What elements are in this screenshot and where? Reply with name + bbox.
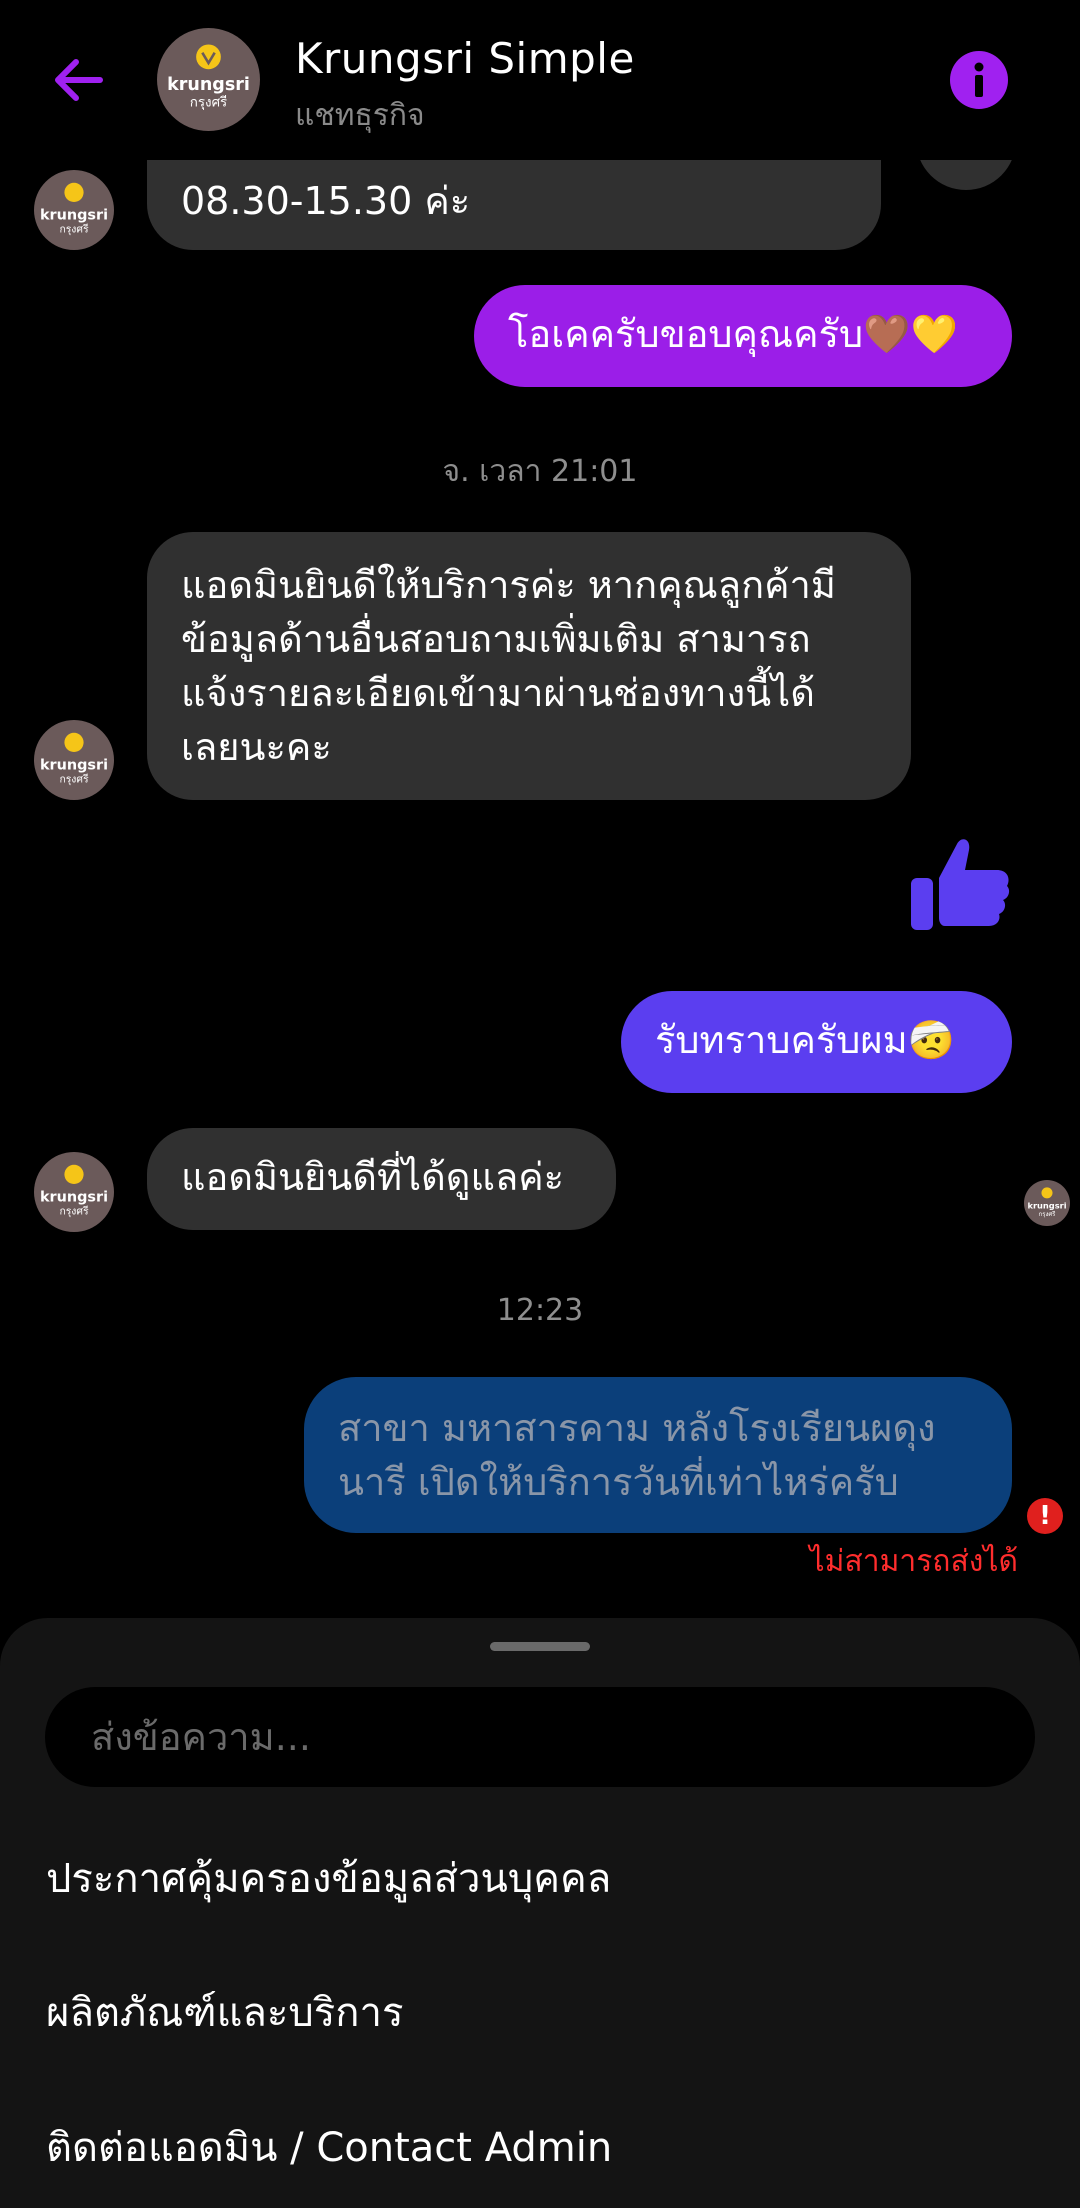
sheet-drag-handle[interactable] [490, 1642, 590, 1651]
message-bubble-incoming[interactable]: แอดมินยินดีให้บริการค่ะ หากคุณลูกค้ามี ข… [147, 532, 911, 800]
svg-text:กรุงศรี: กรุงศรี [59, 1204, 89, 1217]
svg-text:krungsri: krungsri [1027, 1201, 1066, 1211]
message-input-container[interactable] [45, 1687, 1035, 1787]
svg-text:กรุงศรี: กรุงศรี [59, 222, 89, 235]
svg-text:krungsri: krungsri [167, 75, 250, 95]
message-text-line: แจ้งรายละเอียดเข้ามาผ่านช่องทางนี้ได้ [181, 671, 815, 715]
message-text: รับทราบครับผม🤕 [655, 1018, 956, 1062]
info-icon[interactable] [950, 51, 1008, 109]
menu-item-privacy-notice[interactable]: ประกาศคุ้มครองข้อมูลส่วนบุคคล [46, 1846, 611, 1910]
message-bubble-incoming[interactable]: แอดมินยินดีที่ได้ดูแลค่ะ [147, 1128, 616, 1230]
error-icon[interactable]: ! [1027, 1498, 1063, 1534]
bot-avatar: krungsri กรุงศรี [34, 170, 114, 250]
message-bubble-outgoing[interactable]: โอเคครับขอบคุณครับ🤎💛 [474, 285, 1012, 387]
contact-avatar[interactable]: krungsri กรุงศรี [157, 28, 260, 131]
menu-item-contact-admin[interactable]: ติดต่อแอดมิน / Contact Admin [46, 2115, 612, 2179]
message-bubble-outgoing[interactable]: รับทราบครับผม🤕 [621, 991, 1012, 1093]
thumbs-up-icon[interactable] [905, 830, 1015, 940]
back-arrow-icon[interactable] [48, 50, 108, 110]
svg-text:กรุงศรี: กรุงศรี [59, 772, 89, 785]
timestamp: จ. เวลา 21:01 [442, 454, 638, 489]
message-text-line: นารี เปิดให้บริการวันที่เท่าไหร่ครับ [338, 1460, 899, 1504]
chat-title[interactable]: Krungsri Simple [295, 34, 635, 83]
message-text-line: เลยนะคะ [181, 725, 332, 769]
svg-text:krungsri: krungsri [40, 758, 108, 774]
bottom-sheet: ประกาศคุ้มครองข้อมูลส่วนบุคคล ผลิตภัณฑ์แ… [0, 1618, 1080, 2208]
message-input[interactable] [45, 1687, 1035, 1787]
menu-item-products-services[interactable]: ผลิตภัณฑ์และบริการ [46, 1980, 403, 2044]
message-text-line: สาขา มหาสารคาม หลังโรงเรียนผดุง [338, 1406, 936, 1450]
chat-subtitle: แชทธุรกิจ [295, 98, 425, 133]
message-text-line: แอดมินยินดีให้บริการค่ะ หากคุณลูกค้ามี [181, 563, 836, 607]
svg-text:กรุงศรี: กรุงศรี [190, 94, 228, 110]
chat-header: krungsri กรุงศรี Krungsri Simple แชทธุรก… [0, 0, 1080, 160]
message-text: แอดมินยินดีที่ได้ดูแลค่ะ [181, 1155, 565, 1199]
message-text-line: ข้อมูลด้านอื่นสอบถามเพิ่มเติม สามารถ [181, 617, 811, 661]
send-failed-label[interactable]: ไม่สามารถส่งได้ [810, 1538, 1018, 1585]
message-text: โอเคครับขอบคุณครับ🤎💛 [508, 312, 958, 356]
svg-text:krungsri: krungsri [40, 208, 108, 224]
svg-text:กรุงศรี: กรุงศรี [1039, 1210, 1057, 1218]
timestamp: 12:23 [496, 1293, 584, 1328]
svg-text:krungsri: krungsri [40, 1190, 108, 1206]
message-text: 08.30-15.30 ค่ะ [181, 179, 471, 223]
bot-avatar: krungsri กรุงศรี [34, 1152, 114, 1232]
seen-avatar: krungsri กรุงศรี [1024, 1180, 1070, 1226]
message-bubble-failed[interactable]: สาขา มหาสารคาม หลังโรงเรียนผดุง นารี เปิ… [304, 1377, 1012, 1533]
bot-avatar: krungsri กรุงศรี [34, 720, 114, 800]
